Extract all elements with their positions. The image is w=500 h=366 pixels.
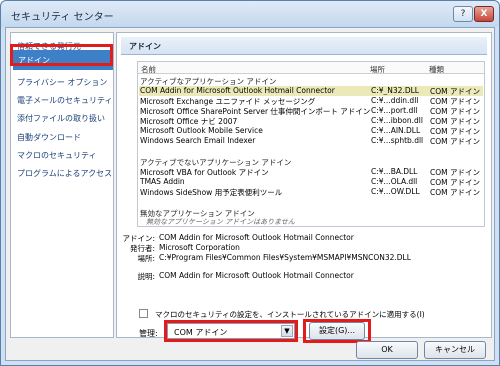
list-item[interactable]: TMAS Addin C:¥...OLA.dll COM アドイン — [139, 177, 483, 187]
column-header-name[interactable]: 名前 — [141, 64, 156, 75]
disabled-empty-message: 無効なアプリケーション アドインはありません — [146, 218, 295, 226]
addins-list[interactable]: 名前 場所 種類 アクティブなアプリケーション アドイン COM Addin f… — [137, 61, 485, 227]
sidebar-item-attachment-handling[interactable]: 添付ファイルの取り扱い — [17, 113, 105, 124]
sidebar-item-macro-security[interactable]: マクロのセキュリティ — [17, 150, 97, 161]
addin-name: TMAS Addin — [140, 177, 185, 186]
security-center-window: セキュリティ センター ? X 信頼できる発行元 アドイン プライバシー オプシ… — [0, 0, 500, 366]
sidebar-item-email-security[interactable]: 電子メールのセキュリティ — [17, 95, 113, 106]
addin-location: C:¥...ibbon.dll — [371, 116, 423, 125]
title-bar: セキュリティ センター ? X — [1, 1, 499, 27]
detail-description-value: COM Addin for Microsoft Outlook Hotmail … — [159, 271, 354, 280]
addin-type: COM アドイン — [430, 137, 480, 146]
list-item[interactable]: Microsoft Exchange ユニファイド メッセージング C:¥...d… — [139, 96, 483, 106]
cancel-button[interactable]: キャンセル — [424, 341, 486, 359]
section-title: アドイン — [121, 37, 487, 55]
list-item[interactable]: Windows SideShow 用予定表便利ツール C:¥...OW.DLL CO… — [139, 187, 483, 197]
detail-location-value: C:¥Program Files¥Common Files¥System¥MSM… — [159, 253, 411, 262]
category-sidebar: 信頼できる発行元 アドイン プライバシー オプション 電子メールのセキュリティ … — [10, 32, 114, 338]
addin-location: C:¥...ddin.dll — [371, 96, 419, 105]
ok-button[interactable]: OK — [356, 341, 418, 359]
window-title: セキュリティ センター — [11, 12, 114, 23]
column-header-type[interactable]: 種類 — [429, 64, 444, 75]
detail-description-label: 説明: — [137, 272, 155, 281]
close-button[interactable]: X — [474, 6, 494, 22]
sidebar-item-automatic-download[interactable]: 自動ダウンロード — [17, 132, 81, 143]
sidebar-item-privacy-options[interactable]: プライバシー オプション — [17, 77, 107, 88]
list-item[interactable]: Microsoft Office SharePoint Server 仕事仲間イ… — [139, 106, 483, 116]
addin-location: C:¥...AIN.DLL — [371, 126, 421, 135]
addin-location: C:¥...OLA.dll — [371, 177, 418, 186]
addin-location: C:¥_N32.DLL — [371, 86, 419, 95]
detail-addin-value: COM Addin for Microsoft Outlook Hotmail … — [159, 233, 354, 242]
help-button[interactable]: ? — [453, 6, 473, 22]
addin-location: C:¥...sphtb.dll — [371, 136, 424, 145]
dialog-footer: OK キャンセル — [6, 340, 494, 360]
list-header: 名前 場所 種類 — [138, 62, 484, 74]
addins-highlight-frame — [10, 44, 113, 66]
macro-security-checkbox[interactable] — [139, 309, 148, 318]
list-item[interactable]: Microsoft Office ナビ 2007 C:¥...ibbon.dll C… — [139, 116, 483, 126]
list-item[interactable]: Microsoft VBA for Outlook アドイン C:¥...BA.D… — [139, 167, 483, 177]
addin-name: COM Addin for Microsoft Outlook Hotmail … — [140, 86, 335, 95]
addin-location: C:¥...BA.DLL — [371, 167, 418, 176]
dialog-body: 信頼できる発行元 アドイン プライバシー オプション 電子メールのセキュリティ … — [5, 27, 495, 361]
manage-highlight-frame — [164, 320, 298, 342]
addins-panel: アドイン 名前 場所 種類 アクティブなアプリケーション アドイン COM Ad… — [116, 32, 492, 343]
macro-security-checkbox-label[interactable]: マクロのセキュリティの設定を、インストールされているアドインに適用する(I) — [155, 309, 425, 320]
addin-name: Microsoft Outlook Mobile Service — [140, 126, 263, 135]
addin-location: C:¥...port.dll — [371, 106, 418, 115]
list-item[interactable]: Windows Search Email Indexer C:¥...sphtb.… — [139, 136, 483, 146]
list-item[interactable]: Microsoft Outlook Mobile Service C:¥...AI… — [139, 126, 483, 136]
detail-location-label: 場所: — [137, 254, 155, 263]
addin-type: COM アドイン — [430, 188, 480, 197]
addin-location: C:¥...OW.DLL — [371, 187, 420, 196]
sidebar-item-programmatic-access[interactable]: プログラムによるアクセス — [17, 168, 112, 179]
addin-name: Windows Search Email Indexer — [140, 136, 256, 145]
detail-publisher-value: Microsoft Corporation — [159, 243, 240, 252]
list-item[interactable]: COM Addin for Microsoft Outlook Hotmail … — [139, 86, 483, 96]
addin-name: Windows SideShow 用予定表便利ツール — [140, 188, 283, 197]
manage-label: 管理: — [139, 329, 158, 338]
column-header-location[interactable]: 場所 — [370, 64, 385, 75]
